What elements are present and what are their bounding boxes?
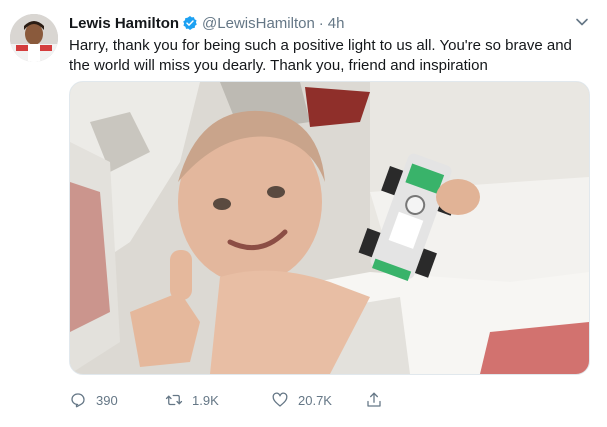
tweet-photo[interactable] — [69, 81, 590, 375]
retweet-icon — [165, 394, 183, 406]
tweet-card[interactable]: Lewis Hamilton @LewisHamilton · 4h Harry… — [0, 0, 607, 427]
author-name[interactable]: Lewis Hamilton — [69, 15, 179, 32]
avatar-image — [10, 14, 58, 62]
chevron-down-icon[interactable] — [575, 15, 589, 29]
reply-button[interactable]: 390 — [69, 391, 118, 409]
reply-icon — [71, 393, 85, 408]
retweet-count: 1.9K — [192, 392, 219, 408]
reply-count: 390 — [96, 392, 118, 408]
tweet-header: Lewis Hamilton @LewisHamilton · 4h — [69, 13, 587, 33]
photo-image — [70, 82, 589, 374]
tweet-timestamp[interactable]: 4h — [328, 15, 345, 32]
heart-icon — [272, 392, 288, 407]
like-count: 20.7K — [298, 392, 332, 408]
separator-dot: · — [318, 14, 324, 32]
verified-badge-icon — [182, 15, 198, 31]
avatar[interactable] — [10, 14, 58, 62]
retweet-button[interactable]: 1.9K — [165, 391, 219, 409]
like-button[interactable]: 20.7K — [271, 391, 332, 409]
share-icon — [367, 392, 381, 407]
author-handle[interactable]: @LewisHamilton — [202, 15, 315, 32]
share-button[interactable] — [365, 391, 392, 409]
tweet-text: Harry, thank you for being such a positi… — [69, 37, 572, 74]
